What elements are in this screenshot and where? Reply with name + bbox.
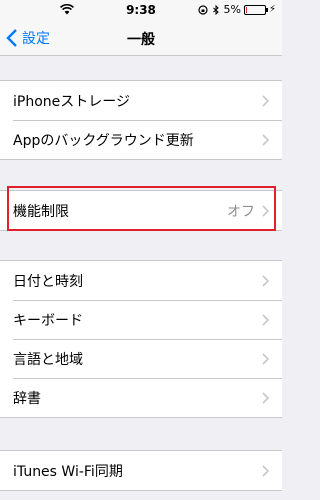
orientation-lock-icon	[197, 4, 208, 15]
battery-percent: 5%	[223, 3, 241, 16]
bluetooth-icon	[212, 4, 219, 15]
status-bar: 9:38 5% ⚡	[0, 0, 282, 20]
chevron-right-icon	[262, 275, 270, 287]
row-dictionary[interactable]: 辞書	[0, 378, 282, 417]
row-itunes-wifi-sync[interactable]: iTunes Wi-Fi同期	[0, 451, 282, 490]
chevron-right-icon	[262, 314, 270, 326]
row-label: iTunes Wi-Fi同期	[13, 463, 123, 480]
settings-group-storage: iPhoneストレージ Appのバックグラウンド更新	[0, 80, 282, 160]
row-background-app-refresh[interactable]: Appのバックグラウンド更新	[0, 120, 282, 159]
restrictions-value: オフ	[227, 203, 255, 220]
row-label: Appのバックグラウンド更新	[13, 132, 194, 149]
row-keyboard[interactable]: キーボード	[0, 300, 282, 339]
navigation-bar: 設定 一般	[0, 20, 282, 56]
row-label: 言語と地域	[13, 351, 83, 368]
row-iphone-storage[interactable]: iPhoneストレージ	[0, 81, 282, 120]
chevron-right-icon	[262, 392, 270, 404]
row-label: iPhoneストレージ	[13, 93, 130, 110]
chevron-right-icon	[262, 134, 270, 146]
settings-group-sync: iTunes Wi-Fi同期	[0, 450, 282, 491]
page-title: 一般	[127, 32, 155, 48]
row-language-region[interactable]: 言語と地域	[0, 339, 282, 378]
chevron-right-icon	[262, 205, 270, 217]
row-date-time[interactable]: 日付と時刻	[0, 261, 282, 300]
chevron-right-icon	[262, 353, 270, 365]
chevron-right-icon	[262, 95, 270, 107]
battery-icon	[243, 4, 268, 15]
row-restrictions[interactable]: 機能制限 オフ	[0, 191, 282, 230]
settings-group-locale: 日付と時刻 キーボード 言語と地域 辞書	[0, 260, 282, 418]
chevron-right-icon	[262, 465, 270, 477]
row-label: 日付と時刻	[13, 273, 83, 290]
row-label: 辞書	[13, 390, 41, 407]
row-label: 機能制限	[13, 203, 69, 220]
row-label: キーボード	[13, 312, 83, 329]
status-indicators: 5% ⚡	[197, 3, 276, 16]
charging-icon: ⚡	[268, 4, 276, 15]
settings-group-restrictions: 機能制限 オフ	[0, 190, 282, 231]
